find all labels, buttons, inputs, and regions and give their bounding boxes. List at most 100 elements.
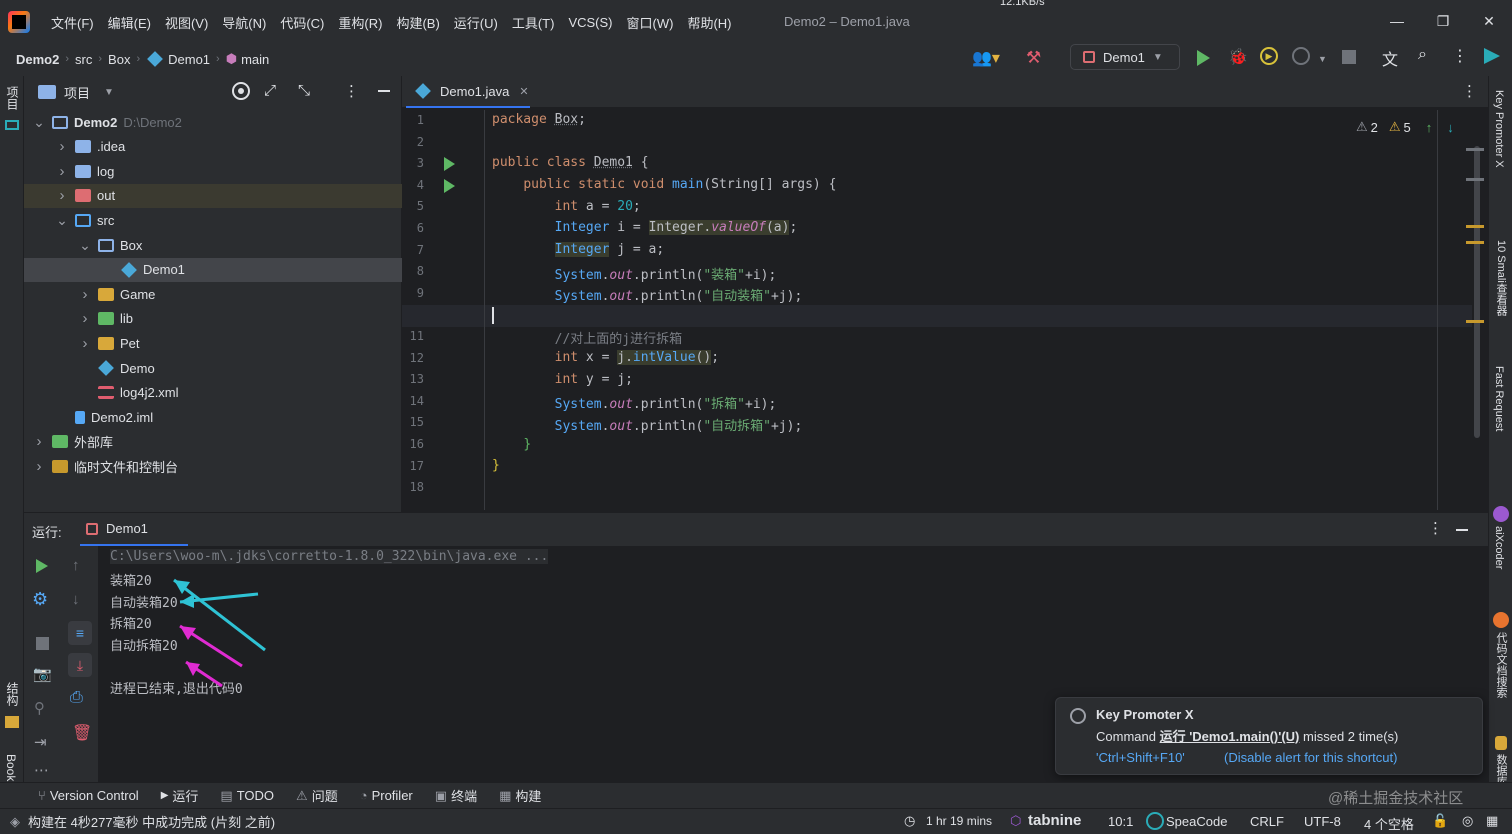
menu-refactor[interactable]: 重构(R) — [331, 13, 389, 32]
tree-item[interactable]: Demo2.iml — [24, 405, 402, 429]
weak-warning-marker[interactable] — [1466, 148, 1484, 151]
scroll-down-icon[interactable]: ↓ — [72, 591, 80, 608]
more-horizontal-icon[interactable]: ⋯ — [34, 761, 49, 779]
speacode-label[interactable]: SpeaCode — [1166, 814, 1227, 829]
trash-icon[interactable]: 🗑 — [72, 723, 92, 743]
arrow-up-icon[interactable]: ↑ — [1426, 120, 1433, 135]
weak-warning-marker[interactable] — [1466, 178, 1484, 181]
hide-panel-icon[interactable] — [378, 90, 390, 92]
run-icon[interactable] — [1197, 50, 1210, 66]
run-config-selector[interactable]: Demo1 ▼ — [1070, 44, 1180, 70]
search-icon[interactable]: ⌕ — [1418, 46, 1427, 64]
chevron-right-icon[interactable]: › — [55, 138, 69, 155]
menu-build[interactable]: 构建(B) — [389, 13, 446, 32]
close-window-icon[interactable]: ✕ — [1474, 10, 1504, 32]
editor-scrollbar[interactable] — [1474, 146, 1480, 438]
notifications-icon[interactable]: ◎ — [1462, 813, 1473, 829]
time-tracked[interactable]: 1 hr 19 mins — [926, 814, 992, 828]
exit-icon[interactable]: ⇥ — [34, 733, 47, 751]
indent-setting[interactable]: 4 个空格 — [1364, 814, 1414, 833]
structure-tool-button[interactable]: 结构 — [4, 682, 21, 706]
chevron-down-icon[interactable]: ⌄ — [78, 237, 92, 254]
tool-tab-terminal[interactable]: ▣ 终端 — [435, 786, 477, 805]
collapse-all-icon[interactable]: ⤡ — [298, 82, 310, 99]
tree-item[interactable]: ⌄ src — [24, 208, 402, 232]
restore-icon[interactable]: ❐ — [1428, 10, 1458, 32]
warning-marker[interactable] — [1466, 320, 1484, 323]
breadcrumb-project[interactable]: Demo2 — [16, 52, 59, 67]
breadcrumb-class[interactable]: Demo1 — [168, 52, 210, 67]
more-options-icon[interactable]: ⋮ — [1452, 46, 1468, 66]
tree-item[interactable]: ⌄ Demo2 D:\Demo2 — [24, 110, 402, 134]
tree-item[interactable]: Demo1 — [24, 257, 402, 282]
line-separator[interactable]: CRLF — [1250, 814, 1284, 829]
lock-icon[interactable]: 🔓 — [1432, 813, 1448, 829]
tool-tab-version-control[interactable]: ⑂ Version Control — [38, 788, 139, 803]
chevron-right-icon[interactable]: › — [78, 310, 92, 327]
menu-run[interactable]: 运行(U) — [447, 13, 505, 32]
breadcrumb-src[interactable]: src — [75, 52, 92, 67]
tool-tab-problems[interactable]: ⚠ 问题 — [296, 786, 338, 805]
tree-item[interactable]: › 临时文件和控制台 — [24, 454, 402, 478]
tree-item[interactable]: › Pet — [24, 331, 402, 355]
menu-window[interactable]: 窗口(W) — [620, 13, 681, 32]
hide-panel-icon[interactable] — [1456, 529, 1468, 531]
menu-help[interactable]: 帮助(H) — [680, 13, 738, 32]
chevron-down-icon[interactable]: ▼ — [1318, 54, 1327, 64]
smali-viewer-tool-button[interactable]: 10 Smali查看器 — [1493, 240, 1509, 316]
debug-bug-icon[interactable]: 🐞 — [1228, 47, 1248, 67]
caret-position[interactable]: 10:1 — [1108, 814, 1133, 829]
rerun-icon[interactable] — [36, 559, 48, 573]
run-tab-demo1[interactable]: Demo1 — [80, 513, 188, 546]
arrow-down-icon[interactable]: ↓ — [1447, 120, 1454, 135]
key-promoter-tool-button[interactable]: Key Promoter X — [1493, 90, 1505, 168]
more-options-icon[interactable]: ⋮ — [1428, 519, 1443, 537]
tool-tab-run[interactable]: ▶ 运行 — [161, 786, 199, 805]
build-hammer-icon[interactable]: ⚒ — [1026, 48, 1041, 68]
file-encoding[interactable]: UTF-8 — [1304, 814, 1341, 829]
locate-target-icon[interactable] — [232, 82, 250, 100]
memory-icon[interactable]: ▦ — [1486, 813, 1498, 829]
aixcoder-tool-button[interactable]: aiXcoder — [1493, 526, 1505, 569]
menu-tools[interactable]: 工具(T) — [505, 13, 562, 32]
stop-icon[interactable] — [36, 637, 49, 650]
settings-gear-icon[interactable]: ⚙ — [32, 589, 48, 610]
chevron-down-icon[interactable]: ▼ — [104, 87, 114, 98]
more-options-icon[interactable]: ⋮ — [1462, 82, 1477, 100]
tree-item[interactable]: › .idea — [24, 135, 402, 159]
tabnine-label[interactable]: tabnine — [1028, 812, 1081, 829]
fast-request-tool-button[interactable]: Fast Request — [1493, 366, 1505, 431]
breadcrumb-package[interactable]: Box — [108, 52, 130, 67]
collab-users-icon[interactable]: 👥▾ — [972, 48, 1000, 68]
coverage-icon[interactable]: ▶ — [1260, 47, 1278, 65]
tab-demo1-java[interactable]: Demo1.java ✕ — [406, 76, 530, 108]
menu-file[interactable]: 文件(F) — [44, 13, 101, 32]
menu-edit[interactable]: 编辑(E) — [101, 13, 158, 32]
tree-item[interactable]: › 外部库 — [24, 430, 402, 454]
tree-item[interactable]: › Game — [24, 282, 402, 306]
warning-marker[interactable] — [1466, 241, 1484, 244]
tree-item[interactable]: log4j2.xml — [24, 381, 402, 405]
chevron-down-icon[interactable]: ⌄ — [32, 114, 46, 131]
key-promoter-notification[interactable]: Key Promoter X Command 运行 'Demo1.main()'… — [1055, 697, 1483, 775]
disable-alert-link[interactable]: (Disable alert for this shortcut) — [1224, 750, 1397, 765]
more-options-icon[interactable]: ⋮ — [344, 82, 359, 100]
tree-item[interactable]: › lib — [24, 307, 402, 331]
chevron-right-icon[interactable]: › — [32, 458, 46, 475]
expand-all-icon[interactable]: ⤢ — [264, 82, 276, 99]
menu-view[interactable]: 视图(V) — [158, 13, 215, 32]
scroll-to-end-icon[interactable]: ⤓ — [68, 653, 92, 677]
chevron-right-icon[interactable]: › — [32, 433, 46, 450]
project-tool-button[interactable]: 项目 — [4, 86, 21, 110]
translate-icon[interactable]: 文 — [1382, 46, 1398, 70]
tree-item[interactable]: › log — [24, 159, 402, 183]
menu-vcs[interactable]: VCS(S) — [561, 15, 619, 30]
inspection-widget[interactable]: ⚠ 2 ⚠ 5 ↑ ↓ — [1356, 119, 1454, 135]
soft-wrap-icon[interactable]: ≡ — [68, 621, 92, 645]
scroll-up-icon[interactable]: ↑ — [72, 557, 80, 574]
print-icon[interactable]: ⎙ — [70, 689, 83, 707]
menu-code[interactable]: 代码(C) — [273, 13, 331, 32]
camera-icon[interactable]: 📷 — [33, 665, 52, 683]
pin-icon[interactable]: ⚲ — [34, 699, 45, 717]
menu-navigate[interactable]: 导航(N) — [215, 13, 273, 32]
